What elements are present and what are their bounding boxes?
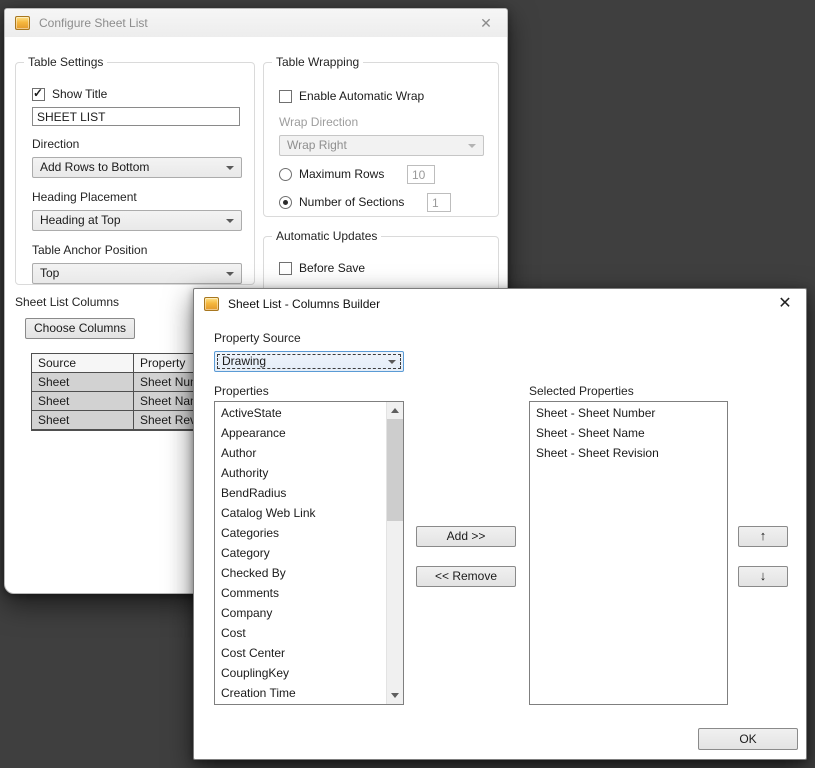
add-button[interactable]: Add >> [416, 526, 516, 547]
chevron-down-icon [226, 272, 234, 276]
list-item[interactable]: Sheet - Sheet Name [530, 423, 727, 443]
list-item[interactable]: Sheet - Sheet Number [530, 403, 727, 423]
close-button[interactable]: ✕ [774, 293, 796, 315]
sections-input[interactable] [427, 193, 451, 212]
selected-properties-listbox[interactable]: Sheet - Sheet Number Sheet - Sheet Name Sh… [529, 401, 728, 705]
sheet-list-columns-label: Sheet List Columns [15, 295, 120, 309]
table-title-input[interactable] [32, 107, 240, 126]
checkbox-label: Before Save [299, 261, 366, 275]
heading-placement-label: Heading Placement [32, 190, 137, 204]
list-item[interactable]: ActiveState [215, 403, 386, 423]
checkbox-unchecked-icon [279, 89, 292, 103]
list-item[interactable]: Cost Center [215, 643, 386, 663]
move-up-button[interactable]: ↑ [738, 526, 788, 547]
group-table-settings: Table Settings Show Title Direction Add … [15, 55, 255, 285]
group-automatic-updates-legend: Automatic Updates [276, 229, 378, 243]
list-item[interactable]: Creation Time [215, 683, 386, 703]
list-item[interactable]: Company [215, 603, 386, 623]
combo-value: Drawing [222, 354, 267, 368]
ok-button[interactable]: OK [698, 728, 798, 750]
properties-label: Properties [214, 384, 269, 398]
property-source-label: Property Source [214, 331, 301, 345]
table-cell: Sheet [32, 373, 134, 392]
list-item[interactable]: CouplingKey [215, 663, 386, 683]
builder-dialog-titlebar[interactable]: Sheet List - Columns Builder ✕ [194, 289, 806, 319]
combo-value: Wrap Right [287, 138, 347, 152]
app-icon [15, 16, 30, 30]
chevron-down-icon [226, 219, 234, 223]
dialog-title: Configure Sheet List [39, 16, 148, 30]
chevron-down-icon [468, 144, 476, 148]
checkbox-label: Show Title [52, 87, 108, 101]
direction-select[interactable]: Add Rows to Bottom [32, 157, 242, 178]
list-item[interactable]: Checked By [215, 563, 386, 583]
property-source-select[interactable]: Drawing [214, 351, 404, 372]
list-item[interactable]: Catalog Web Link [215, 503, 386, 523]
checkbox-unchecked-icon [279, 261, 292, 275]
dialog-title: Sheet List - Columns Builder [228, 297, 381, 311]
list-item[interactable]: Categories [215, 523, 386, 543]
list-item[interactable]: Appearance [215, 423, 386, 443]
enable-wrap-checkbox[interactable]: Enable Automatic Wrap [279, 89, 424, 103]
maximum-rows-radio[interactable]: Maximum Rows [279, 167, 384, 181]
direction-label: Direction [32, 137, 80, 151]
selected-properties-label: Selected Properties [529, 384, 634, 398]
scroll-up-icon [391, 408, 399, 413]
checkbox-checked-icon [32, 86, 45, 101]
table-cell: Sheet [32, 411, 134, 430]
chevron-down-icon [226, 166, 234, 170]
close-button[interactable]: ✕ [475, 12, 497, 34]
radio-unselected-icon [279, 167, 292, 181]
combo-value: Add Rows to Bottom [40, 160, 150, 174]
table-cell: Sheet [32, 392, 134, 411]
chevron-down-icon [388, 360, 396, 364]
list-item[interactable]: Author [215, 443, 386, 463]
app-icon [204, 297, 219, 311]
group-table-settings-legend: Table Settings [28, 55, 104, 69]
list-item[interactable]: Sheet - Sheet Revision [530, 443, 727, 463]
anchor-position-select[interactable]: Top [32, 263, 242, 284]
scrollbar-thumb[interactable] [387, 419, 403, 521]
column-header-source[interactable]: Source [32, 354, 134, 373]
combo-value: Heading at Top [40, 213, 121, 227]
wrap-direction-select: Wrap Right [279, 135, 484, 156]
heading-placement-select[interactable]: Heading at Top [32, 210, 242, 231]
remove-button[interactable]: << Remove [416, 566, 516, 587]
checkbox-label: Enable Automatic Wrap [299, 89, 425, 103]
columns-builder-dialog: Sheet List - Columns Builder ✕ Property … [193, 288, 807, 760]
group-table-wrapping: Table Wrapping Enable Automatic Wrap Wra… [263, 55, 499, 217]
choose-columns-button[interactable]: Choose Columns [25, 318, 136, 339]
scroll-down-button[interactable] [387, 687, 403, 704]
radio-label: Maximum Rows [299, 167, 385, 181]
desktop-background: Configure Sheet List ✕ Table Settings Sh… [0, 0, 815, 768]
vertical-scrollbar[interactable] [386, 402, 403, 704]
max-rows-input [407, 165, 435, 184]
combo-value: Top [40, 266, 60, 280]
show-title-checkbox[interactable]: Show Title [32, 86, 108, 101]
wrap-direction-label: Wrap Direction [279, 115, 359, 129]
properties-listbox[interactable]: ActiveState Appearance Author Authority Bend… [214, 401, 404, 705]
radio-selected-icon [279, 195, 292, 209]
before-save-checkbox[interactable]: Before Save [279, 261, 365, 275]
scroll-up-button[interactable] [387, 402, 403, 419]
list-item[interactable]: Category [215, 543, 386, 563]
group-table-wrapping-legend: Table Wrapping [276, 55, 360, 69]
radio-label: Number of Sections [299, 195, 405, 209]
list-item[interactable]: BendRadius [215, 483, 386, 503]
list-item[interactable]: Cost [215, 623, 386, 643]
list-item[interactable]: Comments [215, 583, 386, 603]
configure-dialog-titlebar[interactable]: Configure Sheet List ✕ [5, 9, 507, 37]
move-down-button[interactable]: ↓ [738, 566, 788, 587]
anchor-position-label: Table Anchor Position [32, 243, 148, 257]
number-of-sections-radio[interactable]: Number of Sections [279, 195, 404, 209]
list-item[interactable]: Authority [215, 463, 386, 483]
scroll-down-icon [391, 693, 399, 698]
